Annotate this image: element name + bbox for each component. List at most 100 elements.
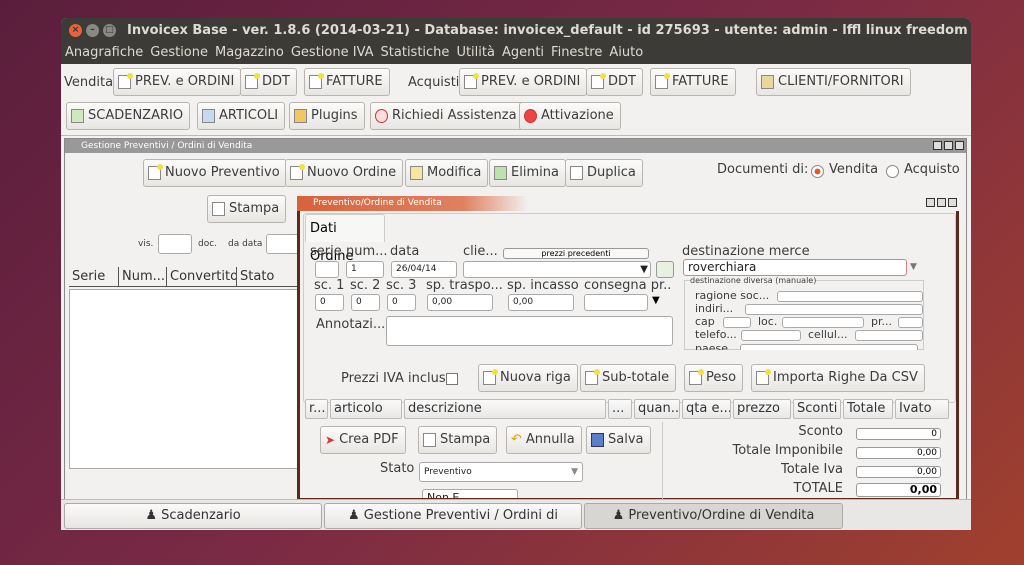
- clienti-fornitori-button[interactable]: CLIENTI/FORNITORI: [756, 68, 911, 96]
- close-icon[interactable]: [948, 198, 957, 207]
- elimina-button[interactable]: Elimina: [489, 159, 566, 187]
- column-extra[interactable]: ...: [608, 399, 632, 419]
- menu-agenti[interactable]: Agenti: [502, 42, 544, 64]
- nuovo-preventivo-button[interactable]: Nuovo Preventivo: [143, 159, 287, 187]
- column-ivato[interactable]: Ivato: [895, 399, 949, 419]
- scadenzario-button[interactable]: SCADENZARIO: [66, 102, 191, 130]
- column-serie[interactable]: Serie: [69, 267, 119, 287]
- maximize-icon[interactable]: [937, 198, 946, 207]
- taskbar-preventivo-ordine[interactable]: ♟ Preventivo/Ordine di Vendita: [584, 503, 843, 529]
- vendita-radio[interactable]: [811, 165, 824, 178]
- acquisti-ddt-button[interactable]: DDT: [586, 68, 643, 96]
- frame-title-bar[interactable]: Gestione Preventivi / Ordini di Vendita: [65, 139, 966, 153]
- plugins-button[interactable]: Plugins: [289, 102, 365, 130]
- column-convertito[interactable]: Convertito: [167, 267, 237, 287]
- sp-trasporto-input[interactable]: 0,00: [427, 294, 493, 311]
- close-icon[interactable]: [955, 141, 964, 150]
- num-input[interactable]: 1: [346, 261, 384, 278]
- totale-imponibile-label: Totale Imponibile: [732, 443, 843, 458]
- crea-pdf-button[interactable]: ➤ Crea PDF: [320, 426, 406, 454]
- menu-finestre[interactable]: Finestre: [551, 42, 602, 64]
- stampa-button[interactable]: Stampa: [207, 195, 287, 223]
- tab-dati-ordine[interactable]: Dati Ordine: [305, 214, 385, 264]
- frame-title-bar[interactable]: Preventivo/Ordine di Vendita: [297, 196, 959, 211]
- localita-input[interactable]: [782, 317, 864, 328]
- annotazioni-textarea[interactable]: [386, 316, 673, 346]
- da-data-input[interactable]: [266, 234, 300, 254]
- column-qta-evasa[interactable]: qta e...: [682, 399, 731, 419]
- sc2-input[interactable]: 0: [351, 294, 380, 311]
- menu-gestione[interactable]: Gestione: [150, 42, 208, 64]
- salva-button[interactable]: Salva: [586, 426, 651, 454]
- table-header: Serie Num... Convertito Stato: [69, 267, 299, 287]
- stampa-button[interactable]: Stampa: [418, 426, 498, 454]
- partial-field[interactable]: Non E...: [422, 489, 518, 498]
- peso-button[interactable]: Peso: [684, 364, 744, 392]
- acquisti-fatture-button[interactable]: FATTURE: [650, 68, 736, 96]
- destinazione-merce-combo[interactable]: roverchiara: [683, 259, 907, 276]
- modifica-button[interactable]: Modifica: [405, 159, 489, 187]
- dropdown-arrow-icon: ▼: [571, 467, 578, 477]
- add-client-icon[interactable]: [656, 261, 674, 278]
- menu-gestione-iva[interactable]: Gestione IVA: [291, 42, 374, 64]
- cliente-combo[interactable]: ▼: [463, 261, 651, 278]
- column-num[interactable]: Num...: [119, 267, 167, 287]
- column-totale[interactable]: Totale: [843, 399, 893, 419]
- column-articolo[interactable]: articolo: [330, 399, 402, 419]
- column-stato[interactable]: Stato: [237, 267, 299, 287]
- taskbar-scadenzario[interactable]: ♟ Scadenzario: [64, 503, 322, 529]
- cap-input[interactable]: [723, 317, 751, 328]
- menu-aiuto[interactable]: Aiuto: [609, 42, 643, 64]
- stato-value: Preventivo: [424, 467, 472, 477]
- menu-statistiche[interactable]: Statistiche: [381, 42, 450, 64]
- ragione-soc-input[interactable]: [777, 291, 923, 302]
- stato-combo[interactable]: Preventivo ▼: [419, 462, 583, 482]
- button-label: Annulla: [525, 432, 575, 447]
- richiedi-assistenza-button[interactable]: Richiedi Assistenza: [370, 102, 524, 130]
- vendita-fatture-button[interactable]: FATTURE: [304, 68, 390, 96]
- taskbar-gestione-preventivi[interactable]: ♟ Gestione Preventivi / Ordini di Vendit…: [324, 503, 582, 529]
- paese-combo[interactable]: [740, 344, 918, 350]
- documents-table[interactable]: [69, 289, 299, 469]
- vendita-ddt-button[interactable]: DDT: [240, 68, 297, 96]
- maximize-icon[interactable]: [944, 141, 953, 150]
- nuova-riga-button[interactable]: Nuova riga: [478, 364, 578, 392]
- column-sconti[interactable]: Sconti: [793, 399, 841, 419]
- menu-anagrafiche[interactable]: Anagrafiche: [65, 42, 143, 64]
- column-riga[interactable]: r...: [305, 399, 328, 419]
- sconto-value: 0: [856, 428, 941, 440]
- maximize-icon[interactable]: □: [103, 24, 116, 37]
- annulla-button[interactable]: ↶ Annulla: [506, 426, 582, 454]
- minimize-icon[interactable]: [933, 141, 942, 150]
- minimize-icon[interactable]: –: [86, 24, 99, 37]
- importa-csv-button[interactable]: Importa Righe Da CSV: [751, 364, 925, 392]
- column-prezzo[interactable]: prezzo: [733, 399, 791, 419]
- cellulare-input[interactable]: [855, 330, 923, 341]
- minimize-icon[interactable]: [926, 198, 935, 207]
- provincia-input[interactable]: [898, 317, 923, 328]
- nuovo-ordine-button[interactable]: Nuovo Ordine: [285, 159, 404, 187]
- sub-totale-button[interactable]: Sub-totale: [580, 364, 677, 392]
- attivazione-button[interactable]: Attivazione: [519, 102, 621, 130]
- consegna-combo[interactable]: [584, 294, 648, 311]
- sc1-input[interactable]: 0: [315, 294, 344, 311]
- acquisto-radio[interactable]: [886, 165, 899, 178]
- data-input[interactable]: 26/04/14: [391, 261, 457, 278]
- column-descrizione[interactable]: descrizione: [404, 399, 606, 419]
- telefono-input[interactable]: [741, 330, 801, 341]
- vis-input[interactable]: [158, 234, 192, 254]
- vendita-prev-ordini-button[interactable]: PREV. e ORDINI: [113, 68, 242, 96]
- duplica-button[interactable]: Duplica: [565, 159, 643, 187]
- articoli-button[interactable]: ARTICOLI: [197, 102, 286, 130]
- acquisti-prev-ordini-button[interactable]: PREV. e ORDINI: [459, 68, 588, 96]
- prezzi-precedenti-button[interactable]: prezzi precedenti: [503, 248, 649, 259]
- serie-input[interactable]: [315, 261, 339, 278]
- close-icon[interactable]: ×: [69, 24, 82, 37]
- sc3-input[interactable]: 0: [387, 294, 416, 311]
- column-quantita[interactable]: quan...: [634, 399, 680, 419]
- sp-incasso-input[interactable]: 0,00: [508, 294, 574, 311]
- menu-magazzino[interactable]: Magazzino: [215, 42, 284, 64]
- menu-utilita[interactable]: Utilità: [456, 42, 495, 64]
- indirizzo-input[interactable]: [745, 304, 923, 315]
- prezzi-iva-checkbox[interactable]: [446, 373, 458, 385]
